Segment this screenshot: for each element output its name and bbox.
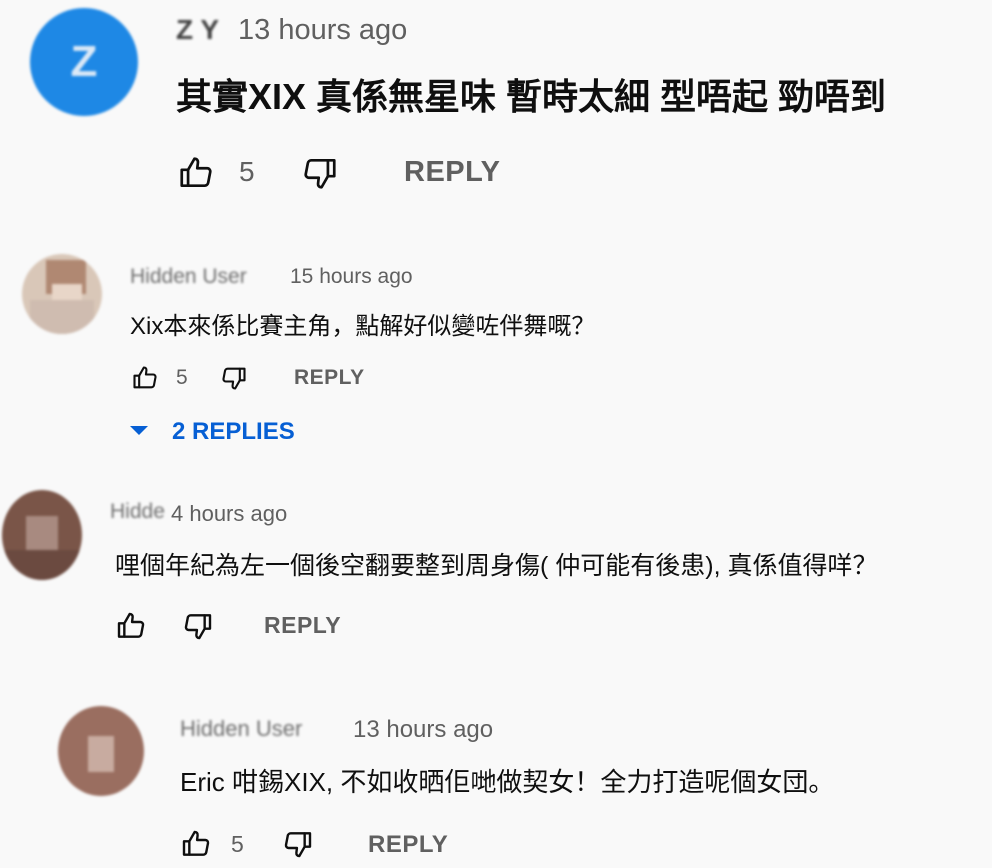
thumb-down-icon [281, 828, 315, 860]
view-replies-button[interactable]: 2 REPLIES [130, 418, 295, 446]
avatar-letter: Z [70, 37, 98, 86]
thumb-down-icon [219, 364, 249, 392]
like-button[interactable] [130, 364, 160, 392]
dislike-button[interactable] [219, 364, 249, 392]
comment-timestamp[interactable]: 13 hours ago [238, 14, 407, 47]
avatar[interactable] [22, 254, 102, 334]
reply-button[interactable]: REPLY [294, 366, 365, 390]
comment-text: Eric 咁錫XIX, 不如收晒佢哋做契女！全力打造呢個女団。 [180, 767, 835, 797]
thumb-down-icon [181, 610, 215, 642]
avatar-pixel [30, 300, 94, 334]
comment-timestamp[interactable]: 15 hours ago [290, 265, 413, 289]
reply-button[interactable]: REPLY [264, 612, 341, 639]
thumb-up-icon [176, 154, 216, 192]
like-button[interactable] [176, 154, 216, 192]
avatar[interactable] [58, 706, 144, 796]
comment-text: 其實XIX 真係無星味 暫時太細 型唔起 勁唔到 [176, 76, 887, 117]
comment-timestamp[interactable]: 4 hours ago [171, 501, 287, 527]
thumb-up-icon [130, 364, 160, 392]
dislike-button[interactable] [300, 154, 340, 192]
avatar-pixel [88, 736, 114, 772]
thumb-up-icon [114, 610, 148, 642]
like-button[interactable] [114, 610, 148, 642]
reply-button[interactable]: REPLY [404, 156, 501, 189]
like-count: 5 [231, 831, 244, 857]
chevron-down-icon [130, 423, 148, 441]
comment-thread: Hidden User 15 hours ago Xix本來係比賽主角，點解好似… [0, 240, 992, 460]
comment-thread: Z Z Y 13 hours ago 其實XIX 真係無星味 暫時太細 型唔起 … [0, 0, 992, 200]
comment-text: 哩個年紀為左一個後空翻要整到周身傷( 仲可能有後患), 真係值得咩？ [115, 552, 878, 580]
thumb-down-icon [300, 154, 340, 192]
comment-author[interactable]: Z Y [176, 14, 219, 46]
thumb-up-icon [179, 828, 213, 860]
comment-text: Xix本來係比賽主角，點解好似變咗伴舞嘅？ [130, 313, 596, 340]
like-count: 5 [176, 366, 188, 389]
dislike-button[interactable] [181, 610, 215, 642]
comment-author[interactable]: Hidden [110, 500, 164, 524]
comment-thread: Hidden User 13 hours ago Eric 咁錫XIX, 不如收… [0, 690, 992, 868]
reply-button[interactable]: REPLY [368, 831, 448, 859]
view-replies-label: 2 REPLIES [172, 418, 295, 445]
comments-section: Z Z Y 13 hours ago 其實XIX 真係無星味 暫時太細 型唔起 … [0, 0, 992, 868]
comment-author[interactable]: Hidden User [180, 716, 342, 742]
comment-timestamp[interactable]: 13 hours ago [353, 716, 493, 744]
avatar[interactable]: Z [30, 8, 138, 116]
comment-thread: Hidden 4 hours ago 哩個年紀為左一個後空翻要整到周身傷( 仲可… [0, 470, 992, 670]
avatar[interactable] [2, 490, 82, 580]
avatar-pixel [2, 550, 82, 580]
like-button[interactable] [179, 828, 213, 860]
like-count: 5 [239, 156, 255, 187]
dislike-button[interactable] [281, 828, 315, 860]
comment-author[interactable]: Hidden User [130, 265, 280, 289]
avatar-pixel [26, 516, 58, 554]
